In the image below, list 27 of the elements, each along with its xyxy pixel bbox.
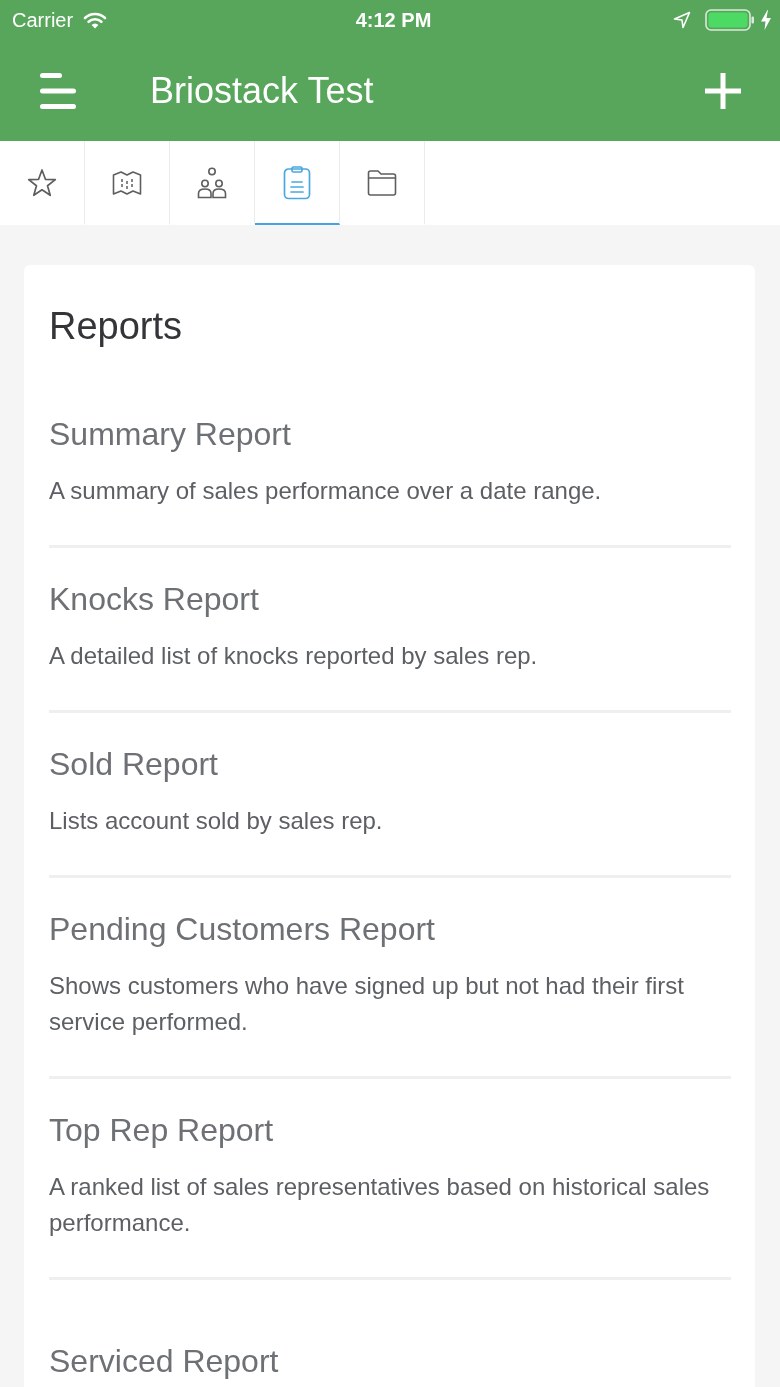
star-icon [27, 168, 57, 198]
carrier-label: Carrier [12, 8, 74, 32]
folder-icon [367, 169, 397, 197]
report-description: A summary of sales performance over a date range. [49, 476, 603, 506]
report-description: Lists account sold by sales rep. [49, 806, 384, 836]
people-icon [196, 167, 228, 199]
location-arrow-icon [673, 11, 691, 29]
report-description: Shows customers who have signed up but not had their first service performed. [49, 971, 685, 1037]
report-title[interactable]: Summary Report [49, 414, 731, 454]
tab[interactable] [255, 141, 340, 225]
map-icon [112, 170, 142, 196]
clipboard-icon [283, 166, 311, 200]
report-title[interactable]: Knocks Report [49, 579, 731, 619]
reports-heading: Reports [49, 304, 184, 349]
report-title[interactable]: Sold Report [49, 744, 731, 784]
report-title[interactable]: Serviced Report [49, 1341, 731, 1381]
wifi-icon [83, 11, 108, 29]
status-time: 4:12 PM [354, 8, 432, 32]
menu-icon [40, 72, 76, 109]
report-title[interactable]: Pending Customers Report [49, 909, 731, 949]
report-description: A detailed list of knocks reported by sales rep. [49, 641, 539, 671]
report-description: A ranked list of sales representatives based on historical sales performance. [49, 1172, 711, 1238]
plus-icon [705, 72, 741, 109]
charging-bolt-icon [761, 10, 771, 30]
report-title[interactable]: Top Rep Report [49, 1110, 731, 1150]
app-title: Briostack Test [150, 69, 374, 112]
battery-icon [705, 9, 755, 31]
